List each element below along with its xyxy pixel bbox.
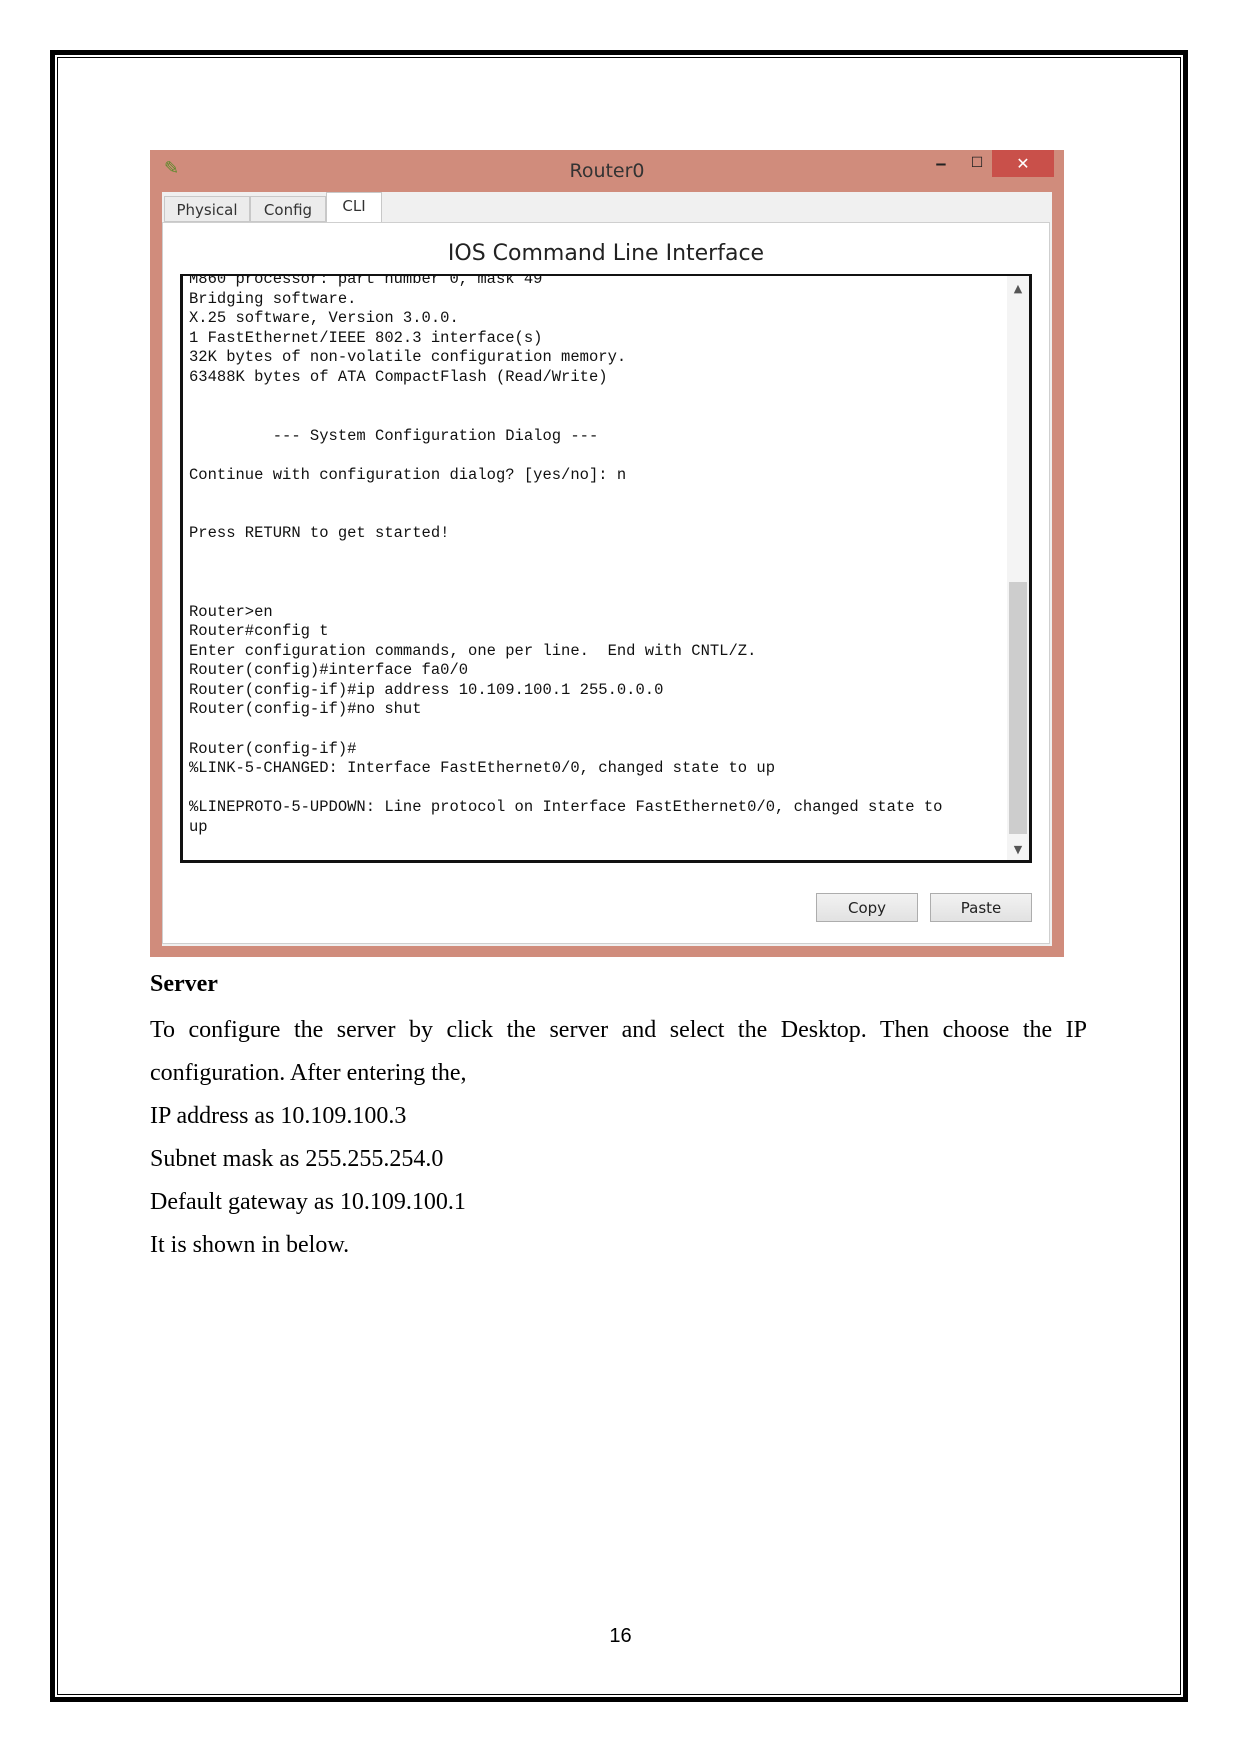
terminal-line: %LINK-5-CHANGED: Interface FastEthernet0…	[189, 759, 775, 778]
terminal-line: Router>en	[189, 602, 273, 621]
close-button[interactable]: ✕	[992, 150, 1054, 177]
tab-physical[interactable]: Physical	[164, 196, 250, 222]
terminal-line: Enter configuration commands, one per li…	[189, 641, 757, 660]
paste-button[interactable]: Paste	[930, 893, 1032, 922]
terminal-line: Router#config t	[189, 622, 329, 641]
terminal-line: Router(config-if)#	[189, 739, 357, 758]
cli-panel: IOS Command Line Interface M860 processo…	[162, 222, 1050, 944]
paragraph-line: To configure the server by click the ser…	[150, 1017, 1087, 1043]
terminal-line: %LINEPROTO-5-UPDOWN: Line protocol on In…	[189, 798, 943, 817]
terminal-output[interactable]: M860 processor: part number 0, mask 49 Br…	[180, 274, 1032, 863]
terminal-line: Router(config)#interface fa0/0	[189, 661, 469, 680]
terminal-lines: M860 processor: part number 0, mask 49 Br…	[189, 274, 943, 837]
terminal-line: M860 processor: part number 0, mask 49	[189, 274, 543, 288]
page-number: 16	[609, 1625, 632, 1647]
tab-config[interactable]: Config	[250, 196, 326, 222]
subnet-mask-line: Subnet mask as 255.255.254.0	[150, 1146, 444, 1172]
scroll-up-arrow-icon[interactable]: ▲	[1007, 282, 1029, 295]
terminal-line: X.25 software, Version 3.0.0.	[189, 309, 459, 328]
terminal-line: Router(config-if)#ip address 10.109.100.…	[189, 680, 664, 699]
minimize-button[interactable]: ‒	[926, 150, 956, 177]
tab-bar: Physical Config CLI	[162, 192, 1052, 223]
terminal-line: up	[189, 817, 208, 836]
terminal-line: Press RETURN to get started!	[189, 524, 450, 543]
window-client: Physical Config CLI IOS Command Line Int…	[162, 192, 1052, 946]
section-heading: Server	[150, 971, 218, 997]
terminal-line: Continue with configuration dialog? [yes…	[189, 465, 627, 484]
default-gateway-line: Default gateway as 10.109.100.1	[150, 1189, 466, 1215]
router0-window: ✎ Router0 ‒ ☐ ✕ Physical Config CLI IOS …	[150, 150, 1064, 957]
scrollbar-thumb[interactable]	[1009, 582, 1027, 834]
terminal-line: 1 FastEthernet/IEEE 802.3 interface(s)	[189, 328, 543, 347]
tab-cli[interactable]: CLI	[326, 192, 382, 223]
ip-address-line: IP address as 10.109.100.3	[150, 1103, 407, 1129]
terminal-line: --- System Configuration Dialog ---	[189, 426, 599, 445]
title-bar[interactable]: ✎ Router0 ‒ ☐ ✕	[150, 150, 1064, 192]
paragraph-line: configuration. After entering the,	[150, 1060, 467, 1086]
terminal-scrollbar[interactable]: ▲ ▼	[1007, 276, 1029, 860]
cli-heading: IOS Command Line Interface	[447, 241, 765, 266]
terminal-line: 32K bytes of non-volatile configuration …	[189, 348, 627, 367]
copy-button[interactable]: Copy	[816, 893, 918, 922]
terminal-line: Bridging software.	[189, 289, 357, 308]
shown-below-line: It is shown in below.	[150, 1232, 350, 1258]
body-text: To configure the server by click the ser…	[150, 1009, 1087, 1267]
terminal-line: 63488K bytes of ATA CompactFlash (Read/W…	[189, 367, 608, 386]
scroll-down-arrow-icon[interactable]: ▼	[1007, 843, 1029, 856]
terminal-line: Router(config-if)#no shut	[189, 700, 422, 719]
maximize-button[interactable]: ☐	[962, 150, 992, 177]
